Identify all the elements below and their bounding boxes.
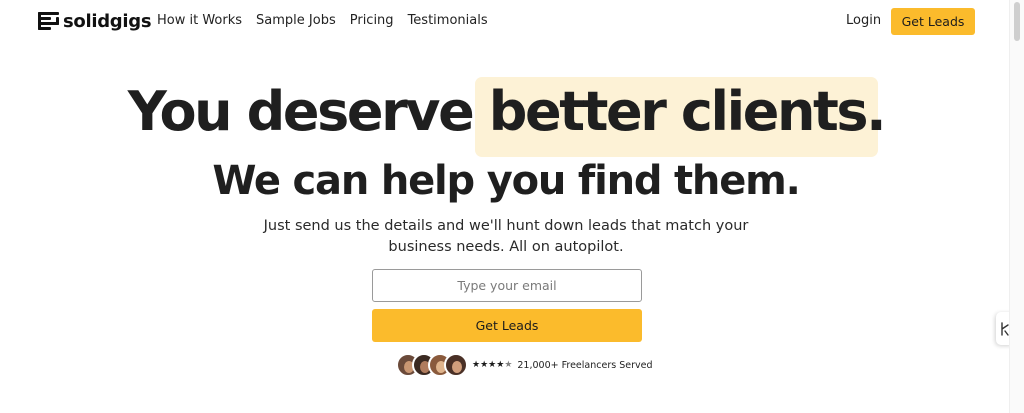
login-link[interactable]: Login — [846, 13, 881, 28]
top-navigation: solidgigs How it Works Sample Jobs Prici… — [0, 0, 1024, 44]
freelancers-served-text: 21,000+ Freelancers Served — [517, 359, 653, 371]
nav-link-testimonials[interactable]: Testimonials — [408, 13, 488, 28]
star-icon: ★ — [496, 360, 505, 370]
headline-text: You deserve — [127, 80, 489, 143]
hero-description: Just send us the details and we'll hunt … — [263, 218, 749, 255]
hero-subheadline: We can help you find them. — [212, 158, 800, 204]
headline-highlight-text: better clients. — [488, 80, 887, 143]
solidgigs-logo-icon — [38, 11, 59, 32]
accessibility-widget-icon — [1000, 321, 1009, 336]
scrollbar[interactable] — [1009, 0, 1024, 413]
hero-headline: You deserve better clients. — [0, 77, 1012, 147]
scrollbar-thumb[interactable] — [1014, 2, 1020, 41]
star-icon: ★ — [488, 360, 497, 370]
star-icon: ★ — [472, 360, 481, 370]
avatar-group — [396, 353, 468, 377]
email-input[interactable] — [372, 269, 642, 302]
nav-get-leads-button[interactable]: Get Leads — [891, 8, 975, 35]
nav-link-how-it-works[interactable]: How it Works — [157, 13, 242, 28]
rating-stars: ★ ★ ★ ★ ★ — [472, 360, 512, 370]
half-star-icon: ★ — [504, 360, 513, 370]
social-proof: ★ ★ ★ ★ ★ 21,000+ Freelancers Served — [396, 352, 652, 378]
nav-link-sample-jobs[interactable]: Sample Jobs — [256, 13, 336, 28]
nav-link-pricing[interactable]: Pricing — [350, 13, 394, 28]
avatar — [444, 353, 468, 377]
get-leads-button[interactable]: Get Leads — [372, 309, 642, 342]
nav-links: How it Works Sample Jobs Pricing Testimo… — [157, 13, 488, 28]
star-icon: ★ — [480, 360, 489, 370]
brand-name: solidgigs — [63, 10, 152, 32]
brand-logo[interactable]: solidgigs — [38, 10, 152, 32]
